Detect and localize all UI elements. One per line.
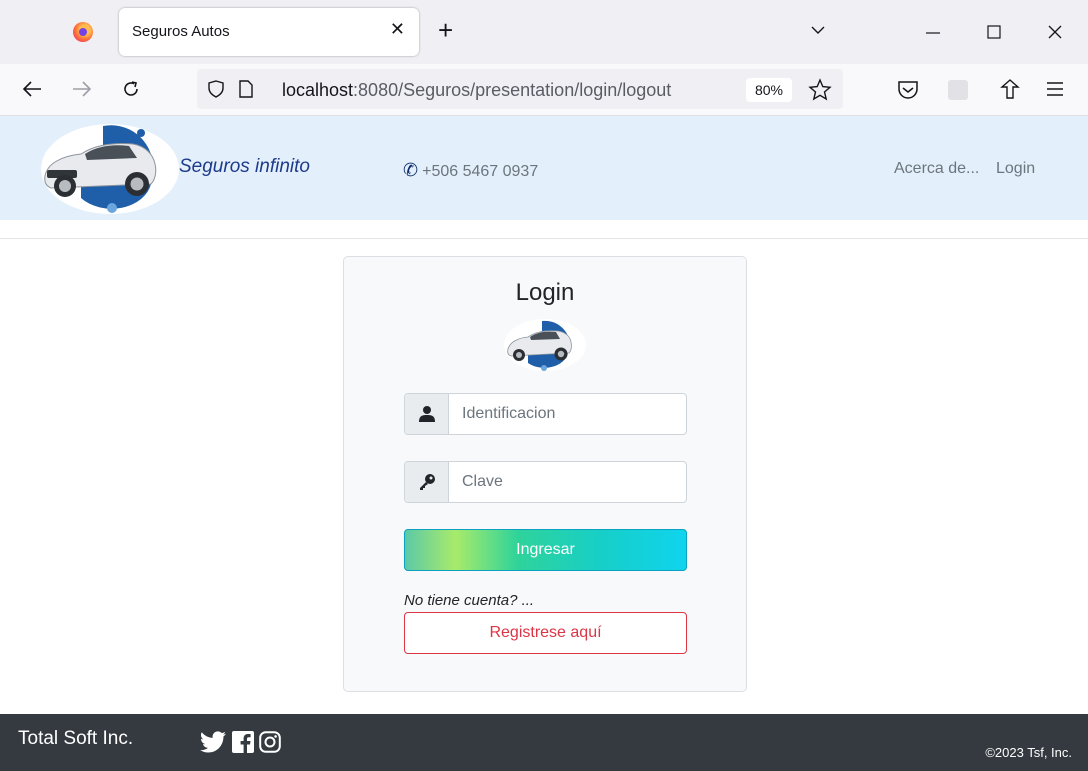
maximize-icon[interactable] <box>987 25 1001 39</box>
nav-link-about[interactable]: Acerca de... <box>894 160 979 178</box>
url-bar[interactable]: localhost:8080/Seguros/presentation/logi… <box>197 69 843 109</box>
login-card: Login Ingresar No tien <box>343 256 747 692</box>
key-icon-addon <box>405 462 449 502</box>
site-header: Seguros infinito ✆ +506 5467 0937 Acerca … <box>0 116 1088 220</box>
facebook-icon[interactable] <box>232 731 254 753</box>
login-logo <box>504 319 586 371</box>
chevron-down-icon[interactable] <box>810 22 826 38</box>
menu-icon[interactable] <box>1046 82 1064 96</box>
id-input-group <box>404 393 687 435</box>
user-icon <box>419 406 435 422</box>
url-text[interactable]: localhost:8080/Seguros/presentation/logi… <box>282 80 671 101</box>
minimize-icon[interactable] <box>925 24 941 40</box>
close-window-icon[interactable] <box>1047 24 1063 40</box>
extension-icon[interactable] <box>948 80 968 100</box>
key-icon <box>420 474 435 490</box>
tab-close-icon[interactable]: ✕ <box>390 19 405 40</box>
back-icon[interactable] <box>22 80 42 98</box>
pocket-icon[interactable] <box>897 80 919 100</box>
twitter-icon[interactable] <box>200 731 226 753</box>
shield-icon[interactable] <box>208 80 224 98</box>
phone-number: ✆ +506 5467 0937 <box>403 160 538 181</box>
firefox-logo-icon <box>73 22 93 42</box>
brand-name[interactable]: Seguros infinito <box>179 156 310 178</box>
site-footer: Total Soft Inc. ©2023 Tsf, Inc. <box>0 714 1088 771</box>
nav-link-login[interactable]: Login <box>996 160 1035 178</box>
share-icon[interactable] <box>999 78 1021 100</box>
instagram-icon[interactable] <box>259 731 281 753</box>
phone-text: +506 5467 0937 <box>422 163 539 180</box>
phone-icon: ✆ <box>403 160 419 180</box>
zoom-level[interactable]: 80% <box>746 78 792 102</box>
password-input-group <box>404 461 687 503</box>
user-icon-addon <box>405 394 449 434</box>
reload-icon[interactable] <box>121 79 141 99</box>
new-tab-button[interactable]: + <box>438 17 453 43</box>
login-submit-button[interactable]: Ingresar <box>404 529 687 571</box>
no-account-text: No tiene cuenta? ... <box>404 592 535 609</box>
star-icon[interactable] <box>808 78 832 102</box>
id-input[interactable] <box>450 394 686 434</box>
tab-title: Seguros Autos <box>132 23 230 40</box>
forward-icon[interactable] <box>72 80 92 98</box>
browser-tab[interactable]: Seguros Autos ✕ <box>119 8 419 56</box>
register-button[interactable]: Registrese aquí <box>404 612 687 654</box>
page-icon[interactable] <box>239 80 253 98</box>
browser-nav-bar: localhost:8080/Seguros/presentation/logi… <box>0 64 1088 116</box>
password-input[interactable] <box>450 462 686 502</box>
logo[interactable] <box>41 124 179 214</box>
browser-tab-bar: Seguros Autos ✕ + <box>0 0 1088 64</box>
footer-brand: Total Soft Inc. <box>18 728 134 749</box>
copyright-text: ©2023 Tsf, Inc. <box>985 745 1072 760</box>
header-divider <box>0 238 1088 239</box>
login-title: Login <box>515 279 575 306</box>
